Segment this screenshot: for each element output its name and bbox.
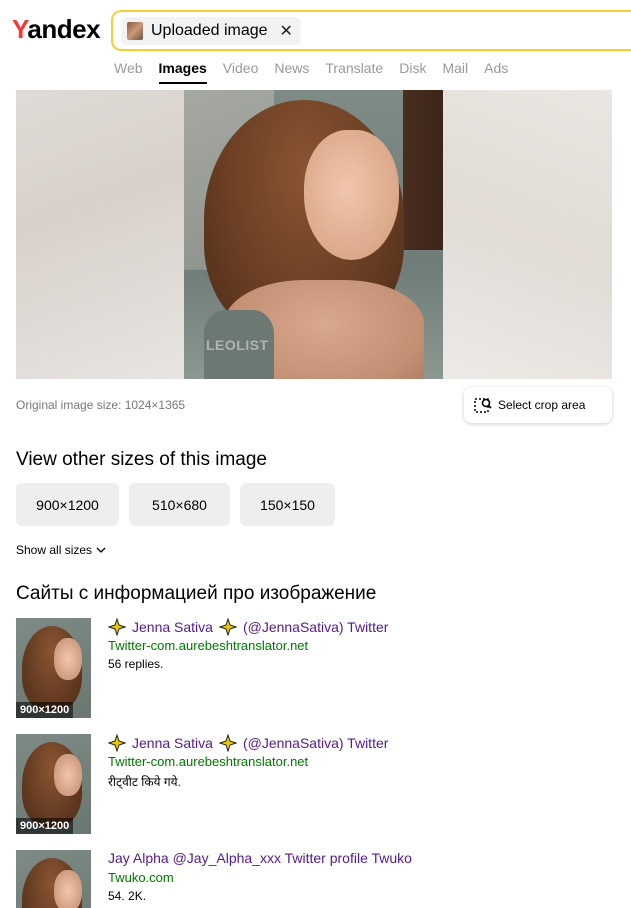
- thumb-face: [54, 870, 82, 908]
- sparkle-star-icon: [107, 617, 127, 637]
- search-input[interactable]: Uploaded image ✕: [111, 10, 631, 51]
- site-title-suffix: (@JennaSativa) Twitter: [242, 735, 389, 751]
- image-preview[interactable]: LEOLIST: [16, 90, 612, 379]
- yandex-logo[interactable]: Yandex: [12, 14, 101, 45]
- original-image-size: Original image size: 1024×1365: [16, 398, 186, 412]
- thumb-face: [54, 638, 82, 680]
- nav-tab-ads[interactable]: Ads: [484, 60, 508, 84]
- site-title-text: Jenna Sativa: [132, 735, 213, 751]
- photo-headboard: [403, 90, 443, 250]
- close-icon[interactable]: ✕: [280, 21, 293, 41]
- site-thumbnail[interactable]: 900×1200: [16, 734, 91, 834]
- show-all-sizes-link[interactable]: Show all sizes: [16, 543, 106, 557]
- site-description: 54. 2K.: [108, 889, 147, 903]
- nav-tab-video[interactable]: Video: [223, 60, 259, 84]
- uploaded-image-thumbnail: [127, 22, 143, 40]
- nav-tab-images[interactable]: Images: [158, 60, 208, 84]
- uploaded-image-chip[interactable]: Uploaded image ✕: [121, 17, 301, 45]
- nav-tab-translate[interactable]: Translate: [325, 60, 383, 84]
- site-title-suffix: (@JennaSativa) Twitter: [242, 619, 389, 635]
- header: Yandex Uploaded image ✕ Web Images Video…: [0, 0, 631, 90]
- site-result: Jay Alpha @Jay_Alpha_xxx Twitter profile…: [16, 850, 616, 908]
- thumb-face: [54, 754, 82, 796]
- site-description: रीट्वीट किये गये.: [108, 775, 181, 789]
- site-result: 900×1200 Jenna Sativa (@JennaSativa) Twi…: [16, 617, 616, 718]
- site-thumbnail[interactable]: 900×1200: [16, 618, 91, 718]
- site-host-link[interactable]: Twitter-com.aurebeshtranslator.net: [108, 638, 308, 653]
- site-title-link[interactable]: Jenna Sativa (@JennaSativa) Twitter: [107, 733, 389, 753]
- site-result: 900×1200 Jenna Sativa (@JennaSativa) Twi…: [16, 733, 616, 834]
- site-title-link[interactable]: Jay Alpha @Jay_Alpha_xxx Twitter profile…: [108, 850, 412, 866]
- site-host-link[interactable]: Twuko.com: [108, 870, 174, 885]
- nav-tab-disk[interactable]: Disk: [399, 60, 426, 84]
- sparkle-star-icon: [107, 733, 127, 753]
- size-options: 900×1200 510×680 150×150: [16, 483, 335, 526]
- crop-icon: [474, 396, 492, 414]
- uploaded-photo: LEOLIST: [184, 90, 443, 379]
- site-title-link[interactable]: Jenna Sativa (@JennaSativa) Twitter: [107, 617, 389, 637]
- sites-heading: Сайты с информацией про изображение: [16, 583, 377, 604]
- other-sizes-heading: View other sizes of this image: [16, 449, 267, 470]
- service-nav: Web Images Video News Translate Disk Mai…: [114, 60, 508, 84]
- site-host-link[interactable]: Twitter-com.aurebeshtranslator.net: [108, 754, 308, 769]
- nav-tab-web[interactable]: Web: [114, 60, 143, 84]
- photo-face: [304, 130, 399, 260]
- size-option-button[interactable]: 510×680: [129, 483, 230, 526]
- sparkle-star-icon: [218, 733, 238, 753]
- site-description: 56 replies.: [108, 657, 164, 671]
- crop-label: Select crop area: [498, 398, 586, 412]
- thumbnail-size-badge: 900×1200: [16, 818, 74, 834]
- site-title-text: Jenna Sativa: [132, 619, 213, 635]
- size-option-button[interactable]: 900×1200: [16, 483, 119, 526]
- size-option-button[interactable]: 150×150: [240, 483, 335, 526]
- blurred-background-left: [16, 90, 184, 379]
- chip-label: Uploaded image: [151, 22, 268, 39]
- show-all-label: Show all sizes: [16, 543, 93, 557]
- site-thumbnail[interactable]: [16, 850, 91, 908]
- chevron-down-icon: [96, 543, 106, 557]
- select-crop-area-button[interactable]: Select crop area: [464, 387, 612, 423]
- blurred-background-right: [443, 90, 612, 379]
- watermark: LEOLIST: [206, 337, 269, 353]
- nav-tab-news[interactable]: News: [274, 60, 309, 84]
- sparkle-star-icon: [218, 617, 238, 637]
- thumbnail-size-badge: 900×1200: [16, 702, 74, 718]
- nav-tab-mail[interactable]: Mail: [442, 60, 468, 84]
